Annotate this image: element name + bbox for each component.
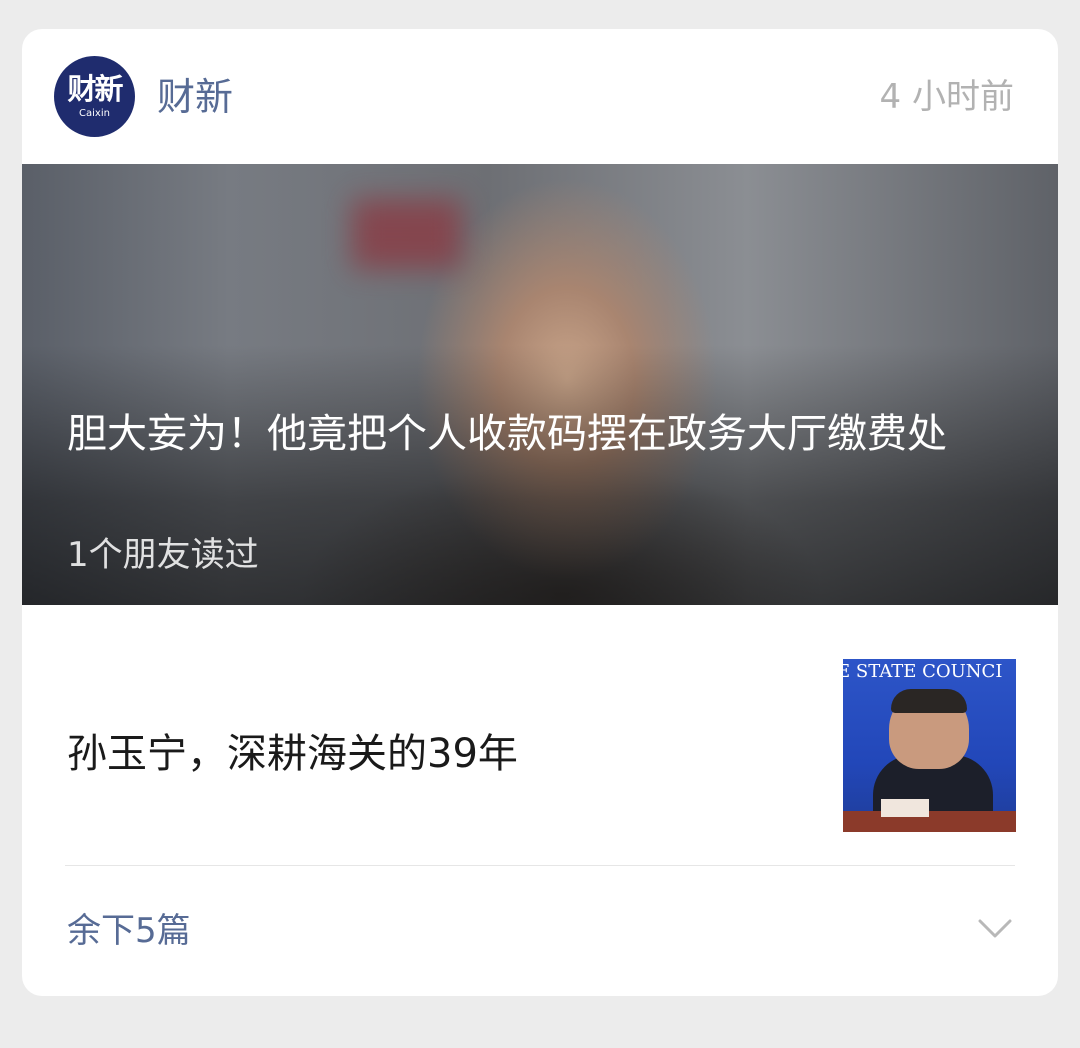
logo-subtext: Caixin [79, 108, 110, 119]
thumbnail-nameplate [881, 799, 929, 817]
chevron-down-icon[interactable] [978, 918, 1012, 940]
account-avatar[interactable]: 财新 Caixin [54, 56, 135, 137]
article-thumbnail: E STATE COUNCI [843, 659, 1016, 832]
list-item[interactable]: 孙玉宁，深耕海关的39年 E STATE COUNCI [22, 605, 1058, 866]
remaining-articles-label: 余下5篇 [67, 911, 191, 951]
hero-read-by-friends: 1个朋友读过 [67, 535, 259, 575]
account-name[interactable]: 财新 [157, 75, 233, 119]
logo-text: 财新 [67, 72, 123, 106]
hero-title: 胆大妄为！他竟把个人收款码摆在政务大厅缴费处 [67, 411, 947, 457]
post-time: 4 小时前 [879, 77, 1014, 117]
article-card: 财新 Caixin 财新 4 小时前 胆大妄为！他竟把个人收款码摆在政务大厅缴费… [22, 29, 1058, 996]
thumbnail-person-hair [891, 689, 967, 713]
article-title: 孙玉宁，深耕海关的39年 [67, 731, 518, 777]
expand-more-row[interactable]: 余下5篇 [22, 866, 1058, 996]
thumbnail-desk [843, 811, 1016, 832]
hero-article[interactable]: 胆大妄为！他竟把个人收款码摆在政务大厅缴费处 1个朋友读过 [22, 164, 1058, 605]
card-header[interactable]: 财新 Caixin 财新 4 小时前 [22, 29, 1058, 164]
hero-image-background [352, 199, 462, 269]
thumbnail-banner-text: E STATE COUNCI [843, 661, 1003, 682]
